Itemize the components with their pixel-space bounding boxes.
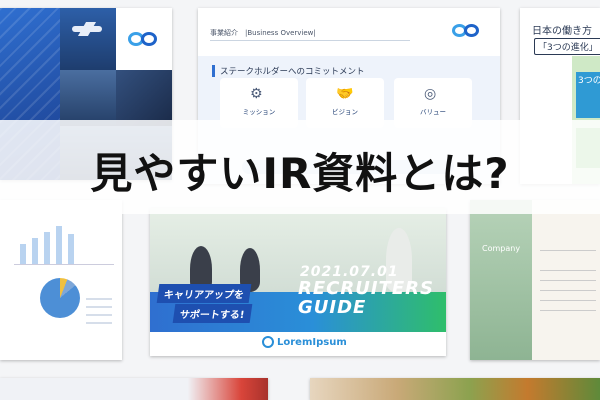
gear-icon: ⚙ [250, 86, 263, 102]
handshake-photo [116, 70, 172, 126]
chart-axis [14, 264, 114, 265]
text-line [540, 290, 596, 291]
sky-photo [60, 8, 116, 70]
legend-line [86, 322, 112, 324]
charts-thumbnail [0, 200, 122, 360]
value-label: バリュー [420, 108, 446, 116]
company-label: Company [482, 244, 521, 253]
career-tag-line2: サポートする! [172, 304, 252, 323]
chart-bar [32, 238, 38, 264]
legend-line [86, 314, 112, 316]
bottom-right-thumbnail [310, 378, 600, 400]
company-thumbnail: Company [470, 200, 600, 360]
text-line [540, 310, 596, 311]
work-title-line1: 日本の働き方 [532, 26, 592, 37]
text-line [540, 300, 596, 301]
page-headline: 見やすいIR資料とは? [90, 149, 510, 198]
text-line [540, 250, 596, 251]
lorem-ipsum-logo: LoremIpsum [262, 336, 347, 348]
guide-title-line2: GUIDE [298, 296, 367, 318]
chart-bar [44, 232, 50, 264]
section-title: ステークホルダーへのコミットメント [212, 65, 365, 77]
lens-icon [262, 336, 274, 348]
chart-bar [56, 226, 62, 264]
legend-line [86, 298, 112, 300]
brand-logo-icon [452, 24, 482, 38]
text-line [540, 270, 596, 271]
city-photo [60, 70, 116, 126]
text-line [540, 280, 596, 281]
mission-label: ミッション [242, 108, 276, 116]
recruiters-guide-thumbnail: キャリアアップを サポートする! 2021.07.01 RECRUITERS G… [150, 208, 446, 356]
header-divider [210, 40, 410, 41]
career-tag-line1: キャリアアップを [156, 284, 252, 303]
legend-line [86, 306, 112, 308]
pie-chart [40, 278, 80, 318]
logo-text: LoremIpsum [277, 336, 347, 348]
green-panel [470, 200, 532, 360]
bottom-left-thumbnail [0, 378, 268, 400]
guide-title: RECRUITERS GUIDE [298, 279, 434, 318]
brand-logo-icon [128, 32, 160, 46]
globe-icon: ◎ [424, 86, 437, 102]
slide-header-title: 事業紹介 |Business Overview| [210, 29, 316, 37]
blue-box-text: 3つの 進化 [578, 76, 600, 86]
slide-header: 事業紹介 |Business Overview| [198, 8, 500, 56]
handshake-icon: 🤝 [336, 86, 354, 102]
work-title-line2: 「3つの進化」 [534, 38, 600, 55]
chart-bar [20, 244, 26, 264]
vision-label: ビジョン [332, 108, 358, 116]
chart-bar [68, 234, 74, 264]
